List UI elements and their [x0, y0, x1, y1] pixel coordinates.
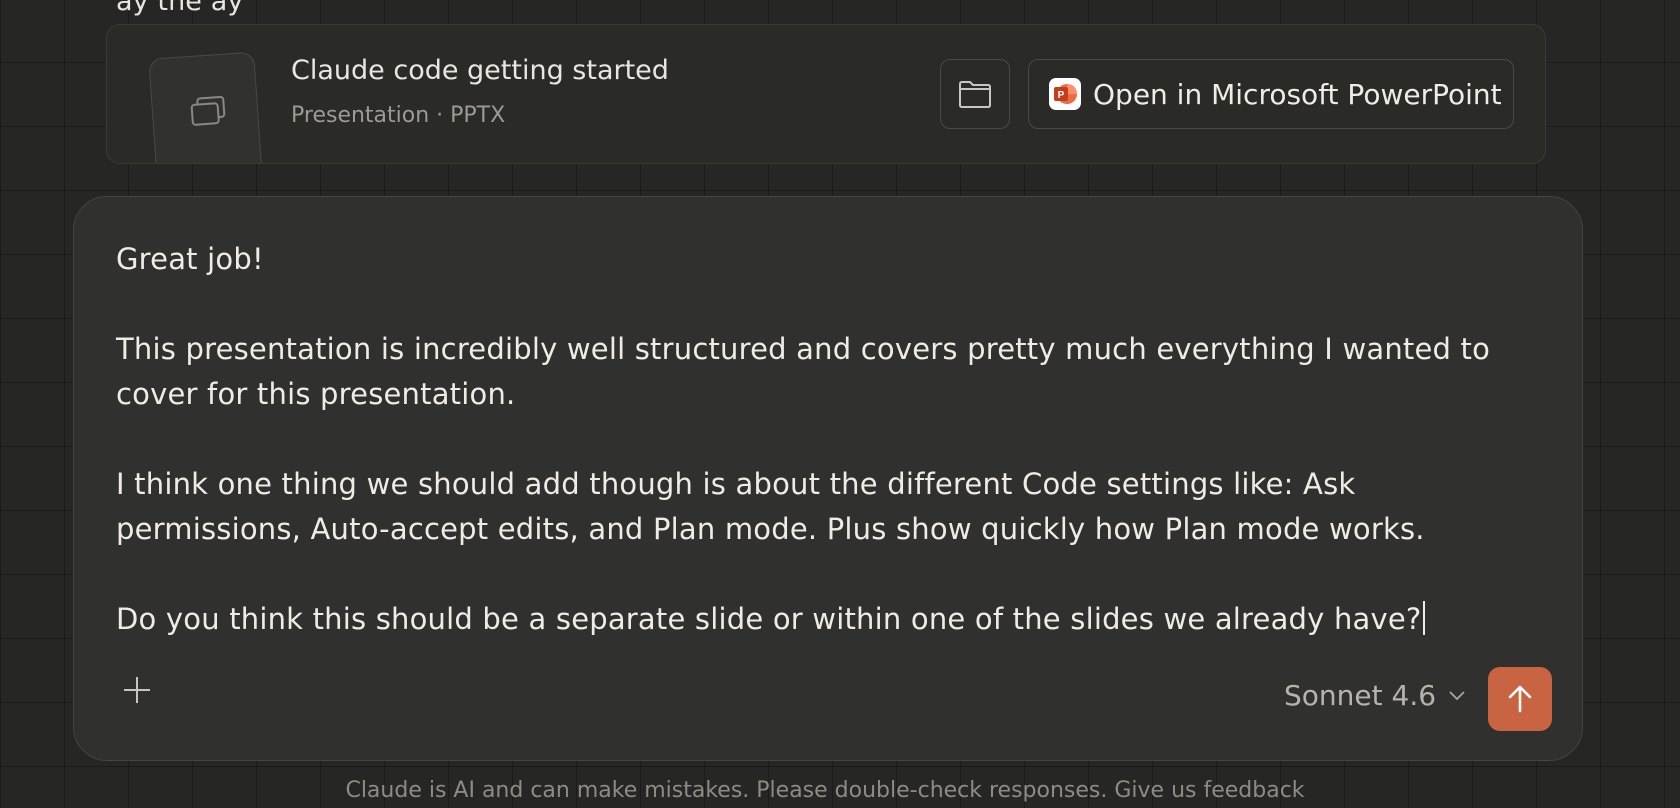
disclaimer-text: Claude is AI and can make mistakes. Plea… — [345, 778, 1305, 803]
composer-line: I think one thing we should add though i… — [116, 467, 1356, 501]
file-thumbnail — [148, 51, 264, 163]
composer-last-line: Do you think this should be a separate s… — [116, 597, 1546, 642]
composer-line: This presentation is incredibly well str… — [116, 332, 1491, 366]
open-in-powerpoint-button[interactable]: P Open in Microsoft PowerPoint — [1028, 59, 1514, 129]
composer-line: Do you think this should be a separate s… — [116, 602, 1422, 636]
folder-icon — [959, 81, 991, 108]
powerpoint-icon: P — [1049, 78, 1081, 110]
model-selector[interactable]: Sonnet 4.6 — [1284, 675, 1466, 715]
plus-icon — [124, 677, 150, 703]
composer-line: cover for this presentation. — [116, 377, 516, 411]
send-button[interactable] — [1488, 667, 1552, 731]
chevron-down-icon — [1449, 691, 1465, 701]
arrow-up-icon — [1508, 685, 1532, 713]
slides-icon — [190, 95, 226, 126]
model-label: Sonnet 4.6 — [1284, 678, 1437, 712]
text-caret — [1422, 601, 1425, 635]
file-type-label: Presentation · PPTX — [291, 103, 506, 128]
open-in-powerpoint-label: Open in Microsoft PowerPoint — [1093, 77, 1502, 111]
composer-line: permissions, Auto-accept edits, and Plan… — [116, 512, 1425, 546]
file-title: Claude code getting started — [291, 55, 669, 86]
message-composer[interactable]: Great job! This presentation is incredib… — [73, 196, 1583, 761]
add-attachment-button[interactable] — [110, 663, 164, 717]
svg-text:P: P — [1058, 90, 1065, 101]
open-folder-button[interactable] — [940, 59, 1010, 129]
composer-input[interactable]: Great job! This presentation is incredib… — [116, 237, 1546, 642]
previous-message-text: ay the ay — [116, 0, 244, 17]
composer-line: Great job! — [116, 242, 264, 276]
file-attachment-card[interactable]: Claude code getting started Presentation… — [106, 24, 1546, 164]
